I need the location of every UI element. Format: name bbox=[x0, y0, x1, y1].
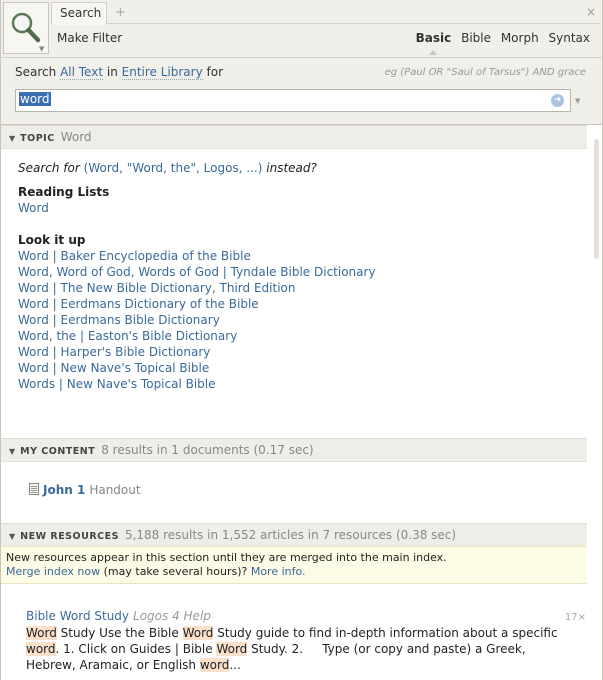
reading-list-link[interactable]: Word bbox=[18, 201, 49, 215]
lookup-link[interactable]: Word | New Nave's Topical Bible bbox=[18, 361, 209, 375]
search-history-dropdown[interactable]: ▼ bbox=[575, 97, 580, 105]
tab-strip: Search + × bbox=[51, 2, 600, 25]
snippet-text: ... bbox=[229, 658, 241, 672]
collapse-triangle-icon[interactable]: ▼ bbox=[9, 532, 15, 541]
lookup-link[interactable]: Words | New Nave's Topical Bible bbox=[18, 377, 216, 391]
hit-highlight: Word bbox=[26, 626, 57, 640]
section-title: MY CONTENT bbox=[20, 446, 96, 457]
scrollbar[interactable] bbox=[594, 139, 599, 259]
result-snippet[interactable]: Word Study Use the Bible Word Study guid… bbox=[26, 625, 566, 673]
snippet-text: Study guide to find in-depth information… bbox=[213, 626, 558, 640]
search-prefix: Search bbox=[15, 65, 57, 79]
search-panel-menu-button[interactable]: ▼ bbox=[3, 2, 49, 54]
snippet-text: Study Use the Bible bbox=[56, 626, 183, 640]
hit-highlight: Word bbox=[216, 642, 248, 656]
suggest-prefix: Search for bbox=[18, 161, 80, 175]
scope-in: in bbox=[106, 65, 118, 79]
library-scope-selector[interactable]: Entire Library bbox=[121, 65, 203, 80]
add-tab-button[interactable]: + bbox=[115, 5, 126, 20]
section-topic-header[interactable]: ▼ TOPIC Word bbox=[1, 125, 587, 149]
notice-actions: Merge index now (may take several hours)… bbox=[6, 565, 587, 579]
result-resource[interactable]: Logos 4 Help bbox=[133, 609, 211, 623]
more-info-link[interactable]: More info. bbox=[251, 565, 306, 578]
section-info: 5,188 results in 1,552 articles in 7 res… bbox=[124, 528, 457, 542]
lookup-link[interactable]: Word | Eerdmans Bible Dictionary bbox=[18, 313, 220, 327]
collapse-triangle-icon[interactable]: ▼ bbox=[9, 447, 15, 456]
search-mode-tabs: Basic Bible Morph Syntax bbox=[410, 31, 590, 45]
suggest-link[interactable]: (Word, "Word, the", Logos, ...) bbox=[84, 161, 263, 175]
search-icon bbox=[11, 12, 41, 43]
merge-index-link[interactable]: Merge index now bbox=[6, 565, 100, 578]
reading-lists-label: Reading Lists bbox=[18, 185, 110, 199]
lookup-link[interactable]: Word, the | Easton's Bible Dictionary bbox=[18, 329, 237, 343]
document-type: Handout bbox=[89, 483, 141, 497]
document-icon bbox=[29, 483, 39, 495]
suggest-suffix: instead? bbox=[266, 161, 317, 175]
query-example: eg (Paul OR "Saul of Tarsus") AND grace bbox=[384, 67, 586, 78]
mode-basic[interactable]: Basic bbox=[416, 31, 452, 45]
make-filter-button[interactable]: Make Filter bbox=[57, 31, 122, 45]
scope-for: for bbox=[206, 65, 224, 79]
field-selector[interactable]: All Text bbox=[60, 65, 104, 80]
notice-mid: (may take several hours)? bbox=[103, 565, 248, 578]
snippet-text: . 1. Click on Guides | Bible bbox=[55, 642, 217, 656]
look-it-up-label: Look it up bbox=[18, 233, 86, 247]
lookup-link[interactable]: Word, Word of God, Words of God | Tyndal… bbox=[18, 265, 376, 279]
document-title[interactable]: John 1 bbox=[43, 483, 85, 497]
section-info: Word bbox=[60, 130, 92, 144]
section-new-resources-header[interactable]: ▼ NEW RESOURCES 5,188 results in 1,552 art… bbox=[1, 523, 587, 547]
mode-morph[interactable]: Morph bbox=[501, 31, 539, 45]
collapse-triangle-icon[interactable]: ▼ bbox=[9, 134, 15, 143]
section-my-content-header[interactable]: ▼ MY CONTENT 8 results in 1 documents (0.1… bbox=[1, 438, 587, 462]
section-info: 8 results in 1 documents (0.17 sec) bbox=[101, 443, 314, 457]
close-panel-button[interactable]: × bbox=[586, 5, 596, 19]
results-pane[interactable]: ▼ TOPIC Word Search for (Word, "Word, the"… bbox=[0, 125, 603, 680]
index-notice: New resources appear in this section unt… bbox=[1, 546, 587, 584]
hit-highlight: word bbox=[199, 658, 230, 672]
section-title: TOPIC bbox=[20, 133, 55, 144]
tab-search[interactable]: Search bbox=[51, 2, 107, 25]
search-bar: Search All Text in Entire Library for eg… bbox=[0, 58, 603, 125]
search-suggestion: Search for (Word, "Word, the", Logos, ..… bbox=[18, 161, 317, 175]
lookup-link[interactable]: Word | The New Bible Dictionary, Third E… bbox=[18, 281, 295, 295]
mode-syntax[interactable]: Syntax bbox=[549, 31, 590, 45]
my-content-item[interactable]: John 1 Handout bbox=[29, 483, 141, 497]
lookup-link[interactable]: Word | Baker Encyclopedia of the Bible bbox=[18, 249, 251, 263]
result-heading: Bible Word Study Logos 4 Help bbox=[26, 609, 211, 623]
lookup-link[interactable]: Word | Eerdmans Dictionary of the Bible bbox=[18, 297, 259, 311]
result-title-link[interactable]: Bible Word Study bbox=[26, 609, 129, 623]
search-scope: Search All Text in Entire Library for bbox=[15, 65, 224, 80]
result-hit-count: 17× bbox=[564, 612, 586, 623]
dropdown-arrow-icon: ▼ bbox=[39, 45, 45, 53]
notice-text: New resources appear in this section unt… bbox=[6, 551, 447, 564]
hit-highlight: Word bbox=[182, 626, 214, 640]
mode-bible[interactable]: Bible bbox=[461, 31, 491, 45]
section-title: NEW RESOURCES bbox=[20, 531, 119, 542]
search-input[interactable]: word bbox=[15, 89, 571, 112]
search-query-text: word bbox=[19, 92, 51, 106]
lookup-link[interactable]: Word | Harper's Bible Dictionary bbox=[18, 345, 210, 359]
go-arrow-icon[interactable]: ➜ bbox=[551, 94, 564, 107]
hit-highlight: word bbox=[26, 642, 56, 656]
panel-header: ▼ Search + × Make Filter Basic Bible Mor… bbox=[0, 0, 603, 58]
